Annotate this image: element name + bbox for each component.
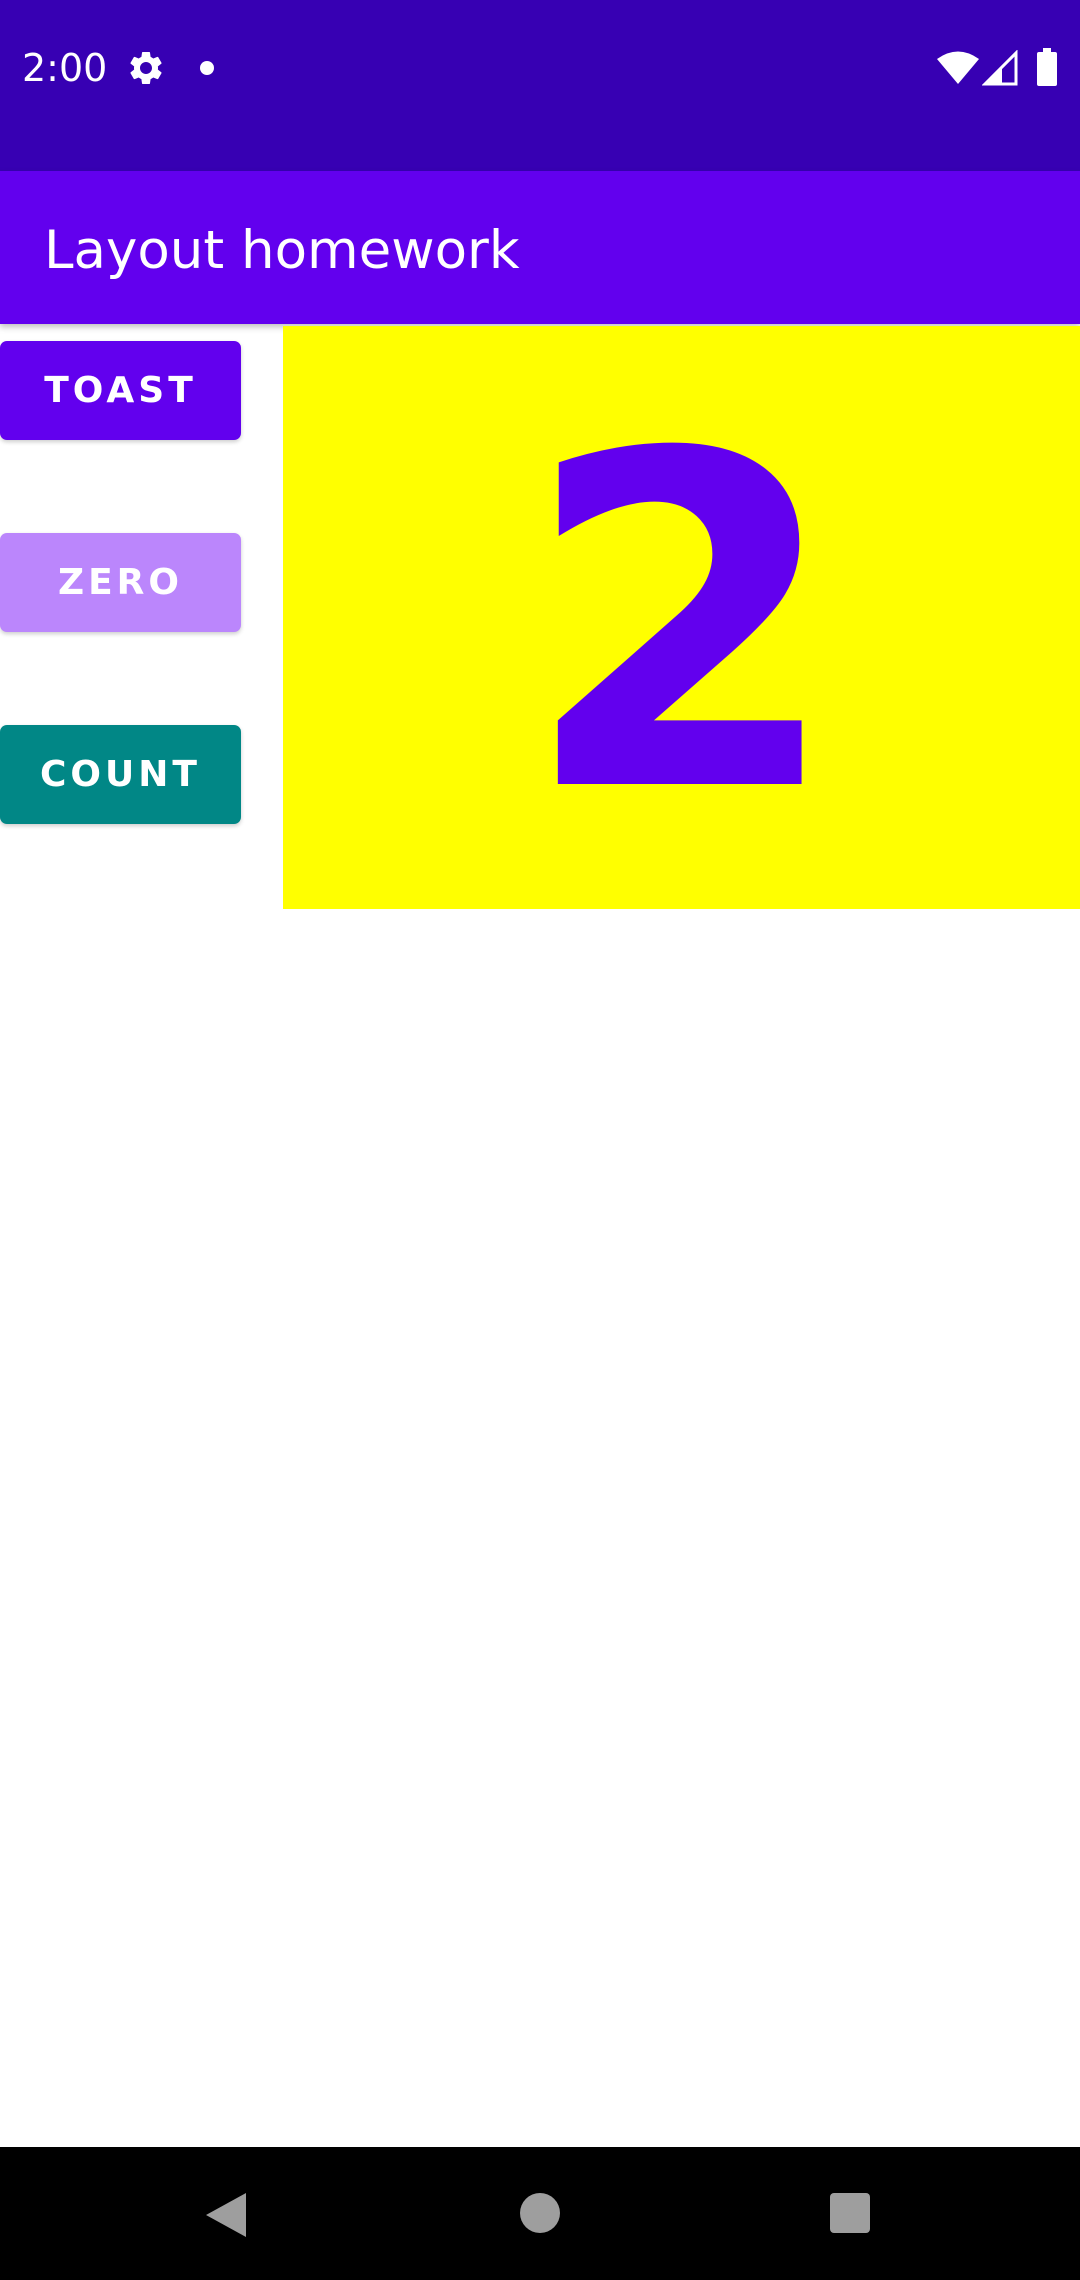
- status-bar: 2:00: [0, 0, 1080, 171]
- recents-icon[interactable]: [830, 2193, 870, 2233]
- battery-icon: [1037, 48, 1057, 86]
- count-value: 2: [521, 358, 842, 893]
- signal-icon: [982, 50, 1018, 86]
- toast-button[interactable]: TOAST: [0, 341, 241, 440]
- status-time: 2:00: [22, 46, 108, 90]
- zero-button[interactable]: ZERO: [0, 533, 241, 632]
- home-icon[interactable]: [520, 2193, 560, 2233]
- app-bar: Layout homework: [0, 171, 1080, 324]
- notification-dot-icon: [200, 61, 214, 75]
- count-button[interactable]: COUNT: [0, 725, 241, 824]
- navigation-bar: [0, 2147, 1080, 2280]
- gear-icon: [130, 51, 162, 84]
- wifi-icon: [937, 51, 979, 84]
- count-display: 2: [283, 326, 1080, 909]
- app-title: Layout homework: [44, 220, 520, 281]
- back-icon[interactable]: [204, 2191, 248, 2239]
